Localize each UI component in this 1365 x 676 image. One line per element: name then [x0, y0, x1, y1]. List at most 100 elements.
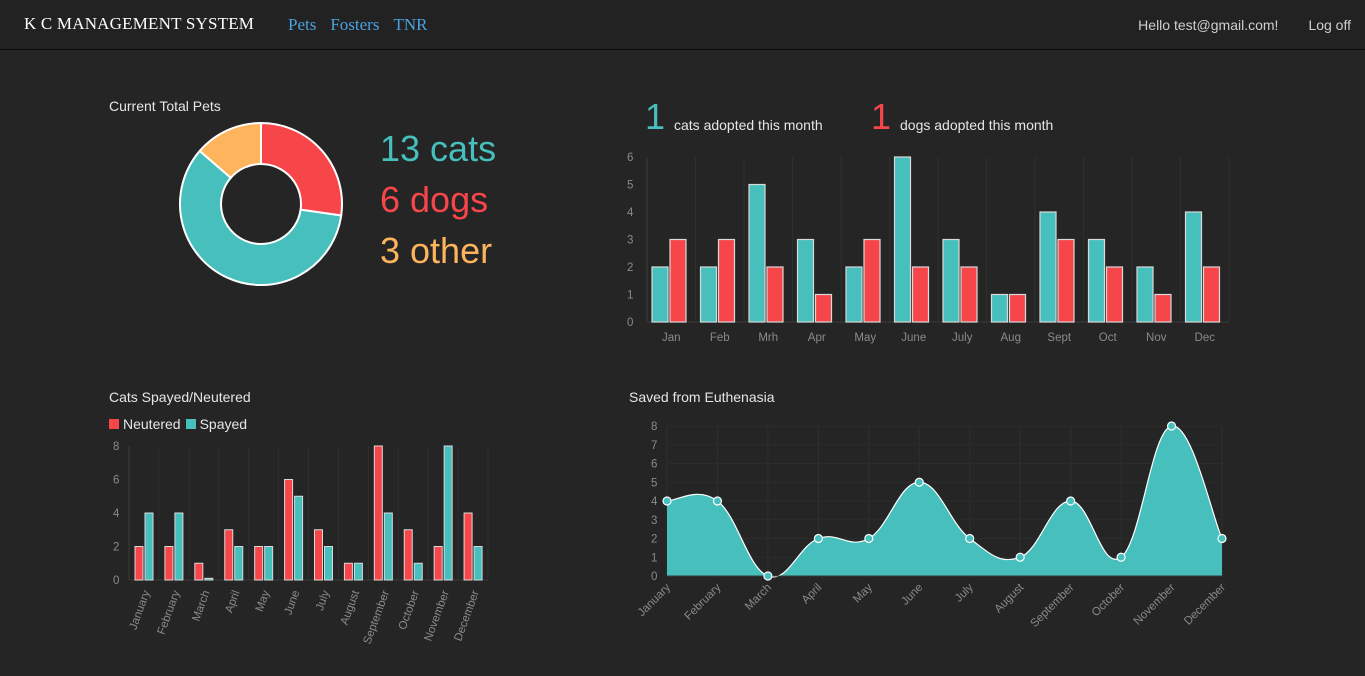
spay-y-tick: 0 — [113, 575, 119, 587]
adopt-x-tick: Sept — [1047, 332, 1071, 344]
spay-y-tick: 2 — [113, 542, 119, 554]
adopt-bar-dogs — [1008, 293, 1027, 323]
adopt-bar-dogs — [1105, 266, 1124, 323]
saved-x-tick: July — [953, 581, 976, 604]
adopt-y-tick: 3 — [627, 235, 633, 247]
adopt-bar-dogs — [1202, 266, 1221, 323]
adopt-x-tick: Aug — [1001, 332, 1021, 344]
saved-x-tick: February — [683, 581, 724, 622]
spay-bar-neutered — [134, 546, 144, 581]
adopt-y-tick: 2 — [627, 262, 633, 274]
adopt-bar-cats — [845, 266, 863, 323]
adopt-x-tick: Nov — [1146, 332, 1167, 344]
saved-y-tick: 8 — [651, 421, 657, 433]
adopt-bar-dogs — [1154, 293, 1172, 323]
saved-x-tick: October — [1090, 582, 1128, 620]
spay-y-tick: 6 — [113, 475, 119, 487]
adopt-x-tick: June — [901, 332, 926, 344]
adopt-bar-cats — [748, 183, 766, 323]
spay-bar-spayed — [473, 546, 483, 581]
adopt-x-tick: Dec — [1195, 332, 1216, 344]
adopt-y-tick: 6 — [627, 152, 633, 164]
saved-x-tick: June — [899, 582, 925, 608]
saved-point — [1015, 552, 1025, 562]
saved-y-tick: 2 — [651, 534, 657, 546]
adopt-x-tick: May — [854, 332, 876, 344]
adopt-bar-cats — [893, 156, 912, 323]
spay-x-tick: March — [190, 589, 212, 623]
adopt-y-tick: 5 — [627, 180, 633, 192]
saved-point — [712, 496, 723, 506]
adopt-x-tick: July — [952, 332, 973, 344]
saved-y-tick: 5 — [651, 477, 657, 489]
adopt-x-tick: Oct — [1099, 332, 1118, 344]
saved-point — [1166, 421, 1177, 431]
spay-bar-neutered — [433, 546, 443, 581]
spay-x-tick: February — [156, 589, 183, 637]
spay-bar-neutered — [314, 529, 323, 581]
spay-bar-neutered — [194, 562, 204, 581]
saved-y-tick: 7 — [651, 440, 657, 452]
spay-bar-spayed — [144, 512, 154, 581]
spay-bar-neutered — [284, 479, 294, 581]
saved-x-tick: March — [743, 582, 774, 613]
saved-y-tick: 4 — [651, 496, 658, 508]
saved-x-tick: December — [1182, 582, 1228, 628]
saved-x-tick: April — [800, 582, 825, 607]
adopt-x-tick: Jan — [662, 332, 681, 344]
adopt-x-tick: Mrh — [758, 332, 778, 344]
adopt-y-tick: 4 — [627, 207, 634, 219]
saved-point — [914, 477, 924, 487]
saved-y-tick: 6 — [651, 459, 657, 471]
donut-slice-dogs — [260, 121, 343, 217]
saved-y-tick: 0 — [651, 571, 657, 583]
spay-bar-spayed — [234, 546, 244, 581]
spay-bar-neutered — [254, 546, 264, 581]
spay-bar-neutered — [403, 529, 413, 581]
saved-point — [1217, 533, 1227, 544]
adopt-bar-dogs — [911, 266, 930, 323]
saved-x-tick: January — [636, 581, 674, 619]
spay-bar-neutered — [224, 529, 234, 581]
adopt-bar-dogs — [960, 266, 978, 323]
spay-bar-neutered — [373, 445, 383, 581]
spay-bar-spayed — [174, 512, 184, 581]
saved-point — [1116, 552, 1126, 562]
adopt-bar-cats — [699, 266, 718, 323]
spay-x-tick: April — [223, 589, 242, 615]
spay-bar-neutered — [343, 562, 353, 581]
adopt-bar-dogs — [814, 293, 833, 323]
adopt-y-tick: 1 — [627, 290, 633, 302]
saved-x-tick: May — [851, 581, 875, 605]
spay-bar-spayed — [383, 512, 393, 581]
spay-x-tick: October — [397, 589, 422, 632]
adopt-bar-cats — [1087, 238, 1106, 323]
adopt-bar-dogs — [1057, 238, 1075, 323]
spay-bar-spayed — [413, 562, 423, 581]
spay-x-tick: January — [128, 589, 153, 632]
spay-bar-neutered — [164, 546, 174, 581]
spay-x-tick: July — [314, 589, 332, 613]
spay-x-tick: June — [283, 589, 303, 617]
spay-x-tick: November — [423, 589, 452, 643]
spay-y-tick: 4 — [113, 508, 120, 520]
adopt-bar-cats — [1136, 266, 1154, 323]
spay-bar-spayed — [324, 546, 333, 581]
spay-x-tick: December — [452, 589, 481, 643]
saved-x-tick: September — [1028, 582, 1076, 630]
adopt-bar-cats — [1039, 211, 1057, 323]
spay-bar-spayed — [204, 577, 214, 581]
saved-point — [662, 496, 672, 506]
saved-point — [1066, 496, 1076, 506]
saved-y-tick: 1 — [651, 552, 657, 564]
adopt-bar-dogs — [717, 238, 736, 323]
spay-bar-neutered — [463, 512, 473, 581]
saved-x-tick: November — [1132, 582, 1178, 628]
adopt-bar-dogs — [863, 238, 881, 323]
adopt-y-tick: 0 — [627, 317, 633, 329]
adopt-bar-dogs — [669, 238, 687, 323]
saved-point — [965, 533, 975, 544]
spay-bar-spayed — [353, 562, 363, 581]
spay-x-tick: May — [254, 589, 273, 614]
spay-bar-spayed — [294, 495, 304, 581]
